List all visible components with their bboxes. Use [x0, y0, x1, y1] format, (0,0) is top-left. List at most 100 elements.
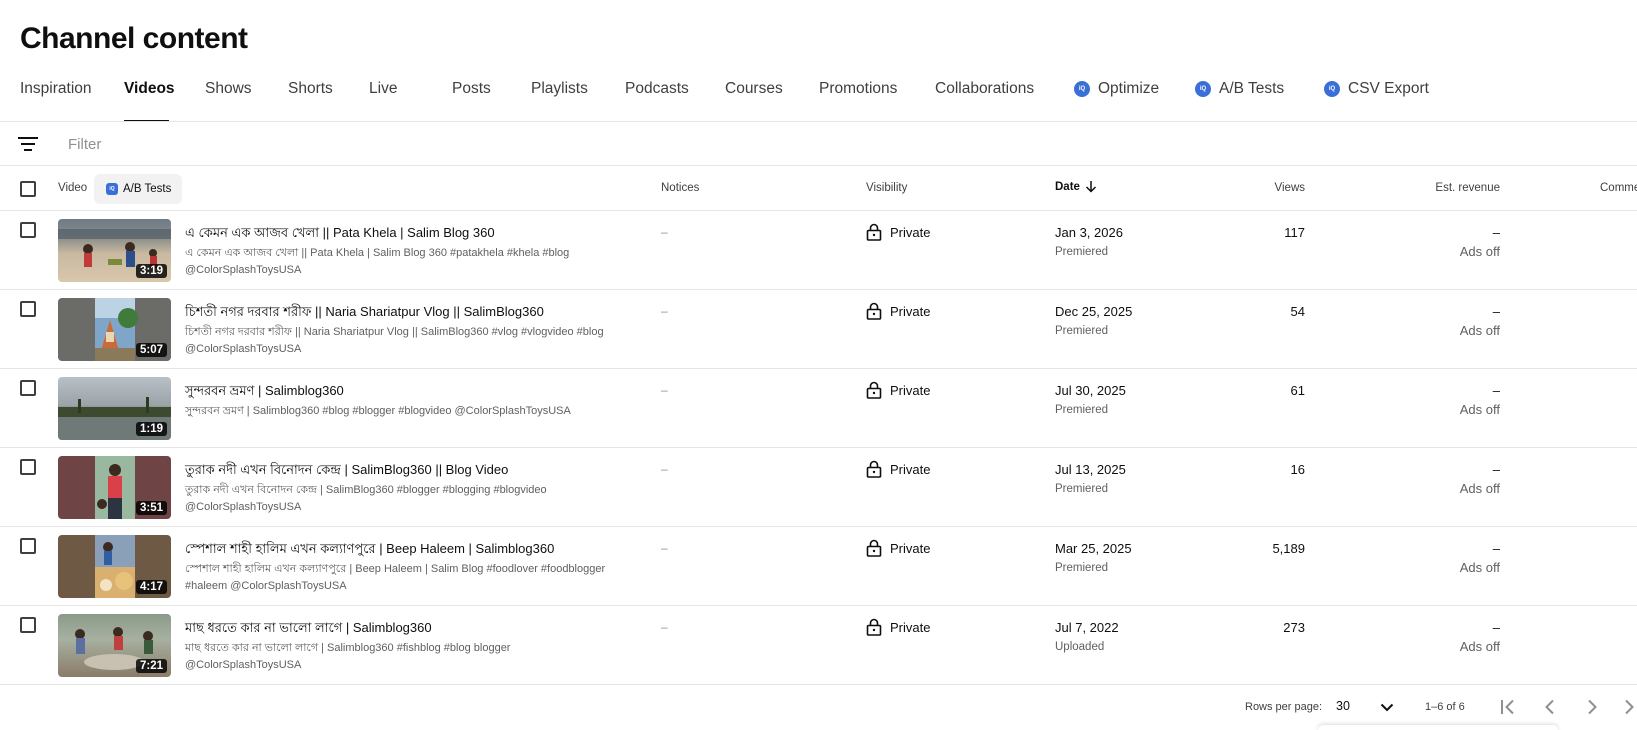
row-checkbox[interactable] [20, 459, 36, 475]
table-header: Video iQ A/B Tests Notices Visibility Da… [0, 167, 1637, 211]
tab-label: Live [369, 80, 398, 97]
column-visibility: Visibility [866, 182, 908, 194]
visibility-toggle[interactable]: Private [866, 539, 930, 557]
iq-badge-icon: iQ [1195, 81, 1211, 97]
video-thumbnail[interactable]: 4:17 [58, 535, 171, 598]
tab-label: Courses [725, 80, 783, 97]
visibility-toggle[interactable]: Private [866, 223, 930, 241]
visibility-toggle[interactable]: Private [866, 618, 930, 636]
bottom-popup-edge [1318, 725, 1558, 730]
video-thumbnail[interactable]: 7:21 [58, 614, 171, 677]
lock-icon [866, 460, 882, 478]
table-row[interactable]: 3:51 তুরাক নদী এখন বিনোদন কেন্দ্র | Sali… [0, 448, 1637, 527]
row-checkbox[interactable] [20, 538, 36, 554]
video-title[interactable]: তুরাক নদী এখন বিনোদন কেন্দ্র | SalimBlog… [185, 461, 508, 482]
row-checkbox[interactable] [20, 380, 36, 396]
revenue-note: Ads off [1459, 560, 1500, 575]
tab-live[interactable]: Live [369, 80, 452, 122]
date-value: Jul 30, 2025 [1055, 383, 1126, 398]
video-title[interactable]: স্পেশাল শাহী হালিম এখন কল্যাণপুরে | Beep… [185, 540, 554, 561]
tab-label: Podcasts [625, 80, 689, 97]
visibility-toggle[interactable]: Private [866, 460, 930, 478]
revenue-value: – [1492, 462, 1500, 477]
column-video: Video [58, 182, 88, 194]
revenue-note: Ads off [1459, 323, 1500, 338]
video-thumbnail[interactable]: 5:07 [58, 298, 171, 361]
revenue-note: Ads off [1459, 639, 1500, 654]
views-value: 16 [1290, 462, 1305, 477]
revenue-value: – [1492, 541, 1500, 556]
tab-collaborations[interactable]: Collaborations [935, 80, 1074, 122]
table-row[interactable]: 3:19 এ কেমন এক আজব খেলা || Pata Khela | … [0, 211, 1637, 290]
previous-page-icon[interactable] [1543, 699, 1557, 715]
tab-promotions[interactable]: Promotions [819, 80, 935, 122]
visibility-toggle[interactable]: Private [866, 381, 930, 399]
views-value: 61 [1290, 383, 1305, 398]
table-row[interactable]: 1:19 সুন্দরবন ভ্রমণ | Salimblog360 সুন্দ… [0, 369, 1637, 448]
date-type: Uploaded [1055, 641, 1105, 653]
tab-label: Shorts [288, 80, 333, 97]
last-page-icon[interactable] [1623, 699, 1637, 715]
video-title[interactable]: সুন্দরবন ভ্রমণ | Salimblog360 [185, 382, 344, 403]
tab-label: Inspiration [20, 80, 92, 97]
video-thumbnail[interactable]: 3:51 [58, 456, 171, 519]
table-row[interactable]: 4:17 স্পেশাল শাহী হালিম এখন কল্যাণপুরে |… [0, 527, 1637, 606]
next-page-icon[interactable] [1585, 699, 1599, 715]
date-value: Jan 3, 2026 [1055, 225, 1123, 240]
tab-label: Videos [124, 80, 175, 97]
tab-bar: Inspiration Videos Shows Shorts Live Pos… [20, 80, 1434, 122]
lock-icon [866, 381, 882, 399]
table-row[interactable]: 5:07 চিশতী নগর দরবার শরীফ || Naria Shari… [0, 290, 1637, 369]
tab-csv-export[interactable]: iQ CSV Export [1324, 80, 1434, 122]
chevron-down-icon[interactable] [1380, 703, 1394, 712]
date-type: Premiered [1055, 325, 1109, 337]
video-title[interactable]: চিশতী নগর দরবার শরীফ || Naria Shariatpur… [185, 303, 544, 324]
video-description-line: @ColorSplashToysUSA [185, 659, 302, 671]
video-description-line: মাছ ধরতে কার না ভালো লাগে | Salimblog360… [185, 642, 511, 654]
video-description-line: @ColorSplashToysUSA [185, 343, 302, 355]
ab-tests-chip[interactable]: iQ A/B Tests [94, 174, 182, 204]
revenue-value: – [1492, 383, 1500, 398]
table-row[interactable]: 7:21 মাছ ধরতে কার না ভালো লাগে | Salimbl… [0, 606, 1637, 685]
video-description-line: চিশতী নগর দরবার শরীফ || Naria Shariatpur… [185, 326, 604, 338]
tab-optimize[interactable]: iQ Optimize [1074, 80, 1195, 122]
tab-ab-tests[interactable]: iQ A/B Tests [1195, 80, 1324, 122]
date-type: Premiered [1055, 246, 1109, 258]
video-duration: 4:17 [135, 580, 167, 594]
tab-shows[interactable]: Shows [205, 80, 288, 122]
visibility-label: Private [890, 382, 931, 398]
revenue-note: Ads off [1459, 244, 1500, 259]
rows-per-page-select[interactable]: 30 [1336, 699, 1350, 713]
row-checkbox[interactable] [20, 222, 36, 238]
tab-inspiration[interactable]: Inspiration [20, 80, 124, 122]
revenue-value: – [1492, 304, 1500, 319]
tab-courses[interactable]: Courses [725, 80, 819, 122]
lock-icon [866, 302, 882, 320]
visibility-label: Private [890, 224, 931, 240]
tab-posts[interactable]: Posts [452, 80, 531, 122]
revenue-note: Ads off [1459, 402, 1500, 417]
visibility-label: Private [890, 303, 931, 319]
tab-videos[interactable]: Videos [124, 80, 175, 122]
filter-lines-icon[interactable] [18, 136, 38, 152]
revenue-value: – [1492, 225, 1500, 240]
filter-bar [0, 122, 1637, 166]
video-thumbnail[interactable]: 1:19 [58, 377, 171, 440]
visibility-toggle[interactable]: Private [866, 302, 930, 320]
filter-input[interactable] [68, 132, 468, 156]
tab-shorts[interactable]: Shorts [288, 80, 369, 122]
tab-label: Optimize [1098, 80, 1160, 97]
video-title[interactable]: এ কেমন এক আজব খেলা || Pata Khela | Salim… [185, 224, 495, 245]
video-thumbnail[interactable]: 3:19 [58, 219, 171, 282]
first-page-icon[interactable] [1500, 699, 1518, 715]
tab-playlists[interactable]: Playlists [531, 80, 625, 122]
date-type: Premiered [1055, 483, 1109, 495]
row-checkbox[interactable] [20, 617, 36, 633]
tab-label: Playlists [531, 80, 588, 97]
tab-podcasts[interactable]: Podcasts [625, 80, 725, 122]
video-description-line: তুরাক নদী এখন বিনোদন কেন্দ্র | SalimBlog… [185, 484, 547, 496]
select-all-checkbox[interactable] [20, 181, 36, 197]
video-title[interactable]: মাছ ধরতে কার না ভালো লাগে | Salimblog360 [185, 619, 432, 640]
row-checkbox[interactable] [20, 301, 36, 317]
column-date-sort[interactable]: Date [1055, 180, 1097, 193]
